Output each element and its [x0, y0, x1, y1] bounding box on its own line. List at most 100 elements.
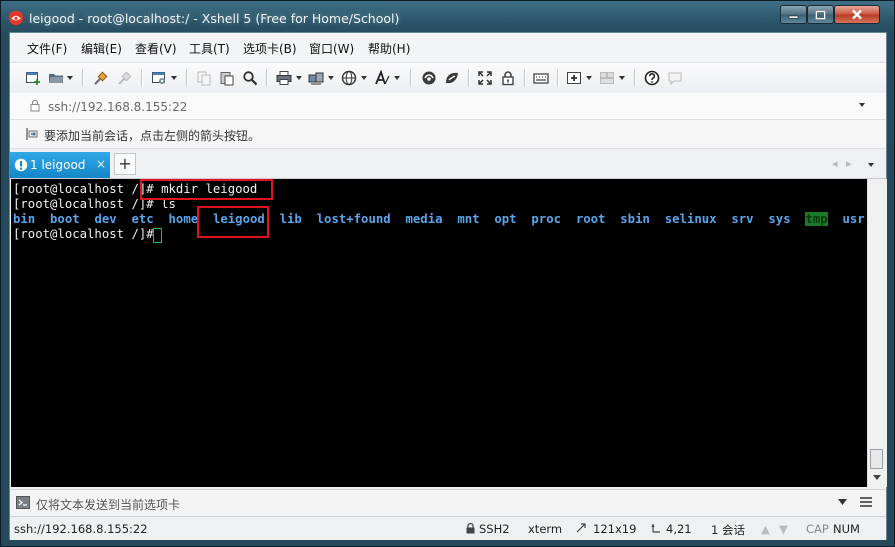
- new-session-button[interactable]: [24, 69, 42, 87]
- toolbar-separator: [186, 69, 188, 87]
- dir-entry-sys: sys: [768, 212, 791, 226]
- send-text-bar: 仅将文本发送到当前选项卡: [10, 489, 886, 516]
- print-dropdown-arrow[interactable]: [296, 76, 302, 80]
- new-tab-button[interactable]: [565, 69, 583, 87]
- close-button[interactable]: [834, 5, 880, 24]
- xmanager-icon: [446, 72, 458, 84]
- address-input[interactable]: [28, 96, 892, 117]
- dir-entry-tmp: tmp: [805, 212, 828, 226]
- minimize-icon: [788, 15, 799, 19]
- plug-icon: [94, 71, 108, 85]
- menu-tabs[interactable]: 选项卡(B): [243, 40, 297, 57]
- layout-button[interactable]: [598, 69, 616, 87]
- open-folder-button[interactable]: [47, 69, 65, 87]
- menu-icon[interactable]: [860, 496, 872, 508]
- minimize-button[interactable]: [780, 5, 807, 24]
- dir-entry-media: media: [405, 212, 443, 226]
- transfer-button[interactable]: [307, 69, 325, 87]
- menu-file[interactable]: 文件(F): [27, 40, 67, 57]
- disconnect-button[interactable]: [116, 69, 134, 87]
- status-caps-lock: CAP: [806, 522, 829, 536]
- toolbar-separator: [410, 69, 412, 87]
- send-options-arrow-icon[interactable]: [838, 498, 847, 507]
- encoding-dropdown-arrow[interactable]: [361, 76, 367, 80]
- scroll-down-arrow[interactable]: [873, 475, 881, 480]
- unplug-icon: [118, 71, 132, 85]
- menu-view[interactable]: 查看(V): [135, 40, 177, 57]
- transfer-dropdown-arrow[interactable]: [328, 76, 334, 80]
- status-size: 121x19: [593, 522, 637, 536]
- xftp-button[interactable]: [420, 69, 438, 87]
- paste-icon: [220, 72, 234, 86]
- fullscreen-icon: [478, 71, 492, 85]
- dir-entry-lost-found: lost+found: [316, 212, 391, 226]
- fullscreen-button[interactable]: [476, 69, 494, 87]
- menu-help[interactable]: 帮助(H): [368, 40, 410, 57]
- paste-button[interactable]: [218, 69, 236, 87]
- tab-close-button[interactable]: ×: [96, 157, 106, 171]
- properties-button[interactable]: [150, 69, 168, 87]
- xshell-window: leigood - root@localhost:/ - Xshell 5 (F…: [0, 0, 895, 547]
- add-tab-button[interactable]: +: [114, 153, 136, 175]
- menu-window[interactable]: 窗口(W): [309, 40, 354, 57]
- menu-tools[interactable]: 工具(T): [189, 40, 230, 57]
- copy-icon: [197, 71, 211, 86]
- help-icon: [644, 70, 660, 86]
- font-button[interactable]: [373, 69, 391, 87]
- close-icon: [852, 9, 862, 20]
- terminal-scrollbar[interactable]: [867, 179, 887, 487]
- scrollbar-thumb[interactable]: [870, 449, 883, 469]
- xmanager-button[interactable]: [443, 69, 461, 87]
- tab-scroll-left-icon[interactable]: ◂: [832, 157, 838, 170]
- dir-entry-boot: boot: [50, 212, 80, 226]
- dir-entry-lib: lib: [279, 212, 302, 226]
- highlight-box-command: [140, 179, 273, 200]
- new-tab-dropdown-arrow[interactable]: [586, 76, 592, 80]
- lock-button[interactable]: [499, 69, 517, 87]
- xshell-app-icon[interactable]: [8, 10, 24, 26]
- xftp-icon: [422, 71, 436, 85]
- font-icon: [375, 70, 390, 85]
- tab-list-dropdown-arrow[interactable]: [868, 163, 874, 167]
- tab-bar: 1 leigood × + ◂ ▸: [10, 150, 886, 179]
- print-button[interactable]: [275, 69, 293, 87]
- maximize-button[interactable]: [807, 5, 834, 24]
- send-text-input[interactable]: 仅将文本发送到当前选项卡: [36, 496, 180, 513]
- copy-button[interactable]: [195, 69, 213, 87]
- chat-button[interactable]: [666, 69, 684, 87]
- open-dropdown-arrow[interactable]: [67, 76, 73, 80]
- highlight-box-leigood: [197, 206, 269, 238]
- tab-scroll-right-icon[interactable]: ▸: [846, 157, 852, 170]
- layout-dropdown-arrow[interactable]: [619, 76, 625, 80]
- dir-entry-srv: srv: [731, 212, 754, 226]
- terminal-line-3: bin boot dev etc home leigood lib lost+f…: [13, 212, 867, 227]
- menu-edit[interactable]: 编辑(E): [81, 40, 122, 57]
- encoding-button[interactable]: [340, 69, 358, 87]
- status-protocol: SSH2: [479, 522, 510, 536]
- hint-text: 要添加当前会话，点击左侧的箭头按钮。: [44, 129, 261, 143]
- terminal-send-icon: [16, 496, 30, 509]
- warning-icon: [14, 158, 28, 172]
- address-dropdown-arrow[interactable]: [859, 103, 865, 107]
- printer-icon: [276, 71, 292, 85]
- dir-entry-usr: usr: [842, 212, 865, 226]
- add-session-arrow-icon[interactable]: [25, 127, 39, 141]
- dir-entry-mnt: mnt: [457, 212, 480, 226]
- terminal-output[interactable]: [root@localhost /]# mkdir leigood [root@…: [11, 179, 867, 487]
- tab-leigood[interactable]: 1 leigood ×: [10, 152, 110, 178]
- dir-entry-sbin: sbin: [620, 212, 650, 226]
- status-sessions: 1 会话: [711, 523, 745, 537]
- session-up-icon[interactable]: ▲: [761, 522, 770, 536]
- properties-dropdown-arrow[interactable]: [171, 76, 177, 80]
- search-icon: [243, 71, 258, 86]
- session-hint-bar: 要添加当前会话，点击左侧的箭头按钮。: [10, 120, 886, 149]
- prompt: [root@localhost /]: [13, 182, 147, 196]
- help-button[interactable]: [643, 69, 661, 87]
- font-dropdown-arrow[interactable]: [394, 76, 400, 80]
- toolbar-separator: [266, 69, 268, 87]
- find-button[interactable]: [241, 69, 259, 87]
- reconnect-button[interactable]: [92, 69, 110, 87]
- session-down-icon[interactable]: ▼: [779, 522, 788, 536]
- keyboard-button[interactable]: [532, 69, 550, 87]
- title-bar[interactable]: leigood - root@localhost:/ - Xshell 5 (F…: [1, 1, 894, 35]
